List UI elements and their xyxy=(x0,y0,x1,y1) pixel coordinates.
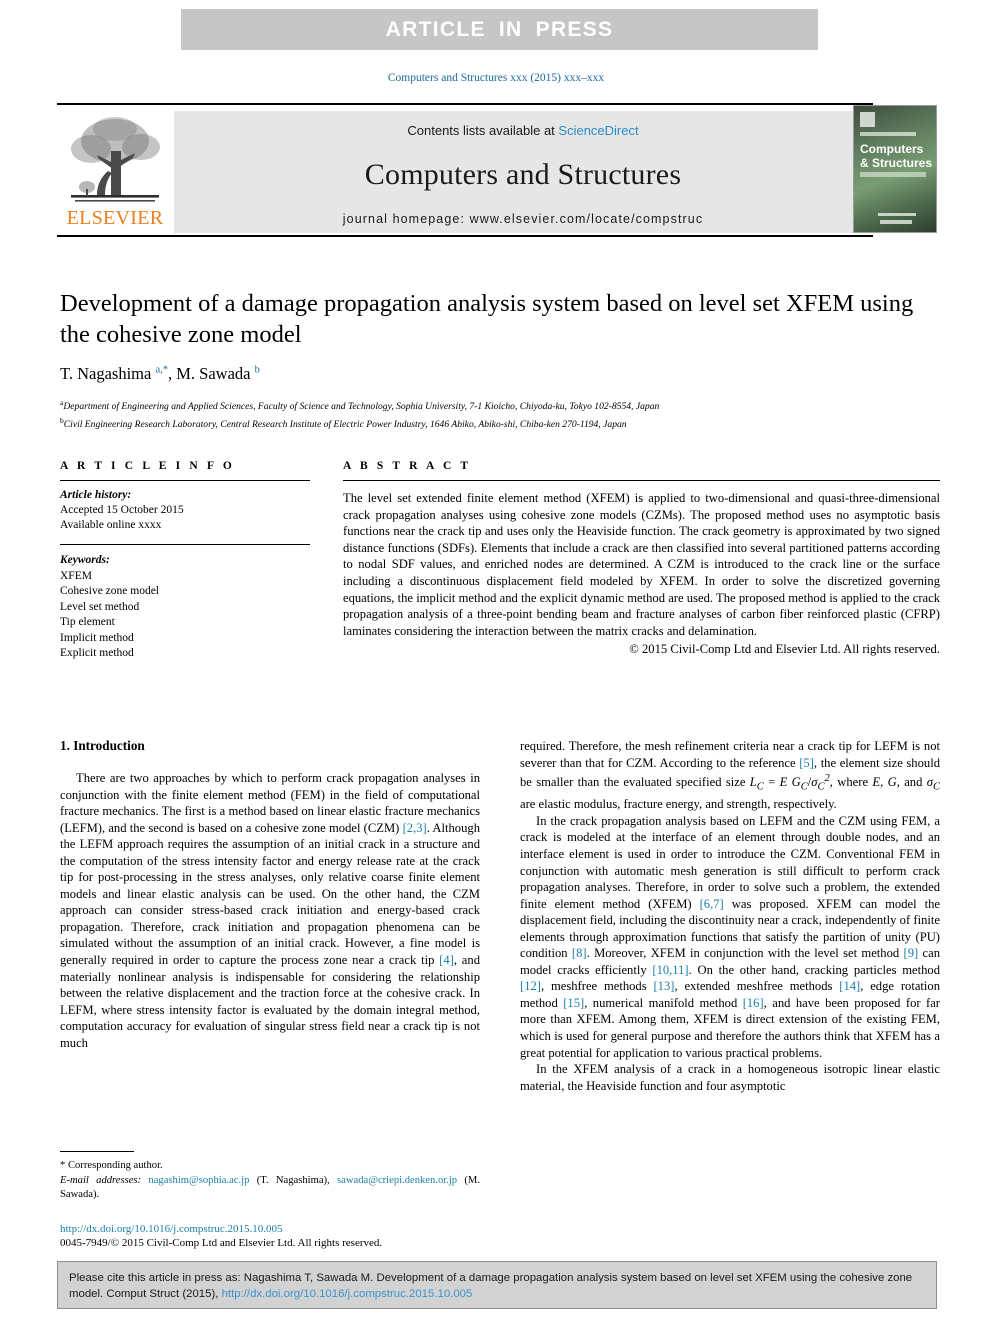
abstract-copyright: © 2015 Civil-Comp Ltd and Elsevier Ltd. … xyxy=(629,642,940,657)
keywords-rule xyxy=(60,544,310,545)
cover-title-line1: Computers xyxy=(860,142,924,156)
elsevier-logo: ELSEVIER xyxy=(61,111,169,233)
contents-prefix: Contents lists available at xyxy=(407,123,559,138)
sciencedirect-link[interactable]: ScienceDirect xyxy=(558,123,638,138)
article-info-rule xyxy=(60,480,310,481)
keyword-item: Explicit method xyxy=(60,647,134,659)
article-page: ARTICLE IN PRESS Computers and Structure… xyxy=(0,0,992,1323)
title-block: Development of a damage propagation anal… xyxy=(60,288,940,431)
history-line: Available online xxxx xyxy=(60,519,162,531)
keyword-item: XFEM xyxy=(60,569,92,582)
footnote-rule xyxy=(60,1151,134,1153)
keywords-block: Keywords: XFEM Cohesive zone model Level… xyxy=(60,553,310,662)
keyword-item: Tip element xyxy=(60,616,115,628)
citation-text: Please cite this article in press as: Na… xyxy=(69,1272,913,1300)
history-line: Accepted 15 October 2015 xyxy=(60,504,184,516)
running-head: Computers and Structures xxx (2015) xxx–… xyxy=(387,72,605,84)
contents-available-line: Contents lists available at ScienceDirec… xyxy=(407,123,638,138)
abstract-column: A B S T R A C T The level set extended f… xyxy=(343,460,940,658)
elsevier-tree-icon xyxy=(71,117,160,202)
body-paragraph: There are two approaches by which to per… xyxy=(60,771,480,1050)
abstract-heading: A B S T R A C T xyxy=(343,460,472,472)
cover-footer-bar-1 xyxy=(878,213,916,216)
article-in-press-banner: ARTICLE IN PRESS xyxy=(181,9,818,50)
elsevier-wordmark: ELSEVIER xyxy=(66,207,164,229)
body-paragraph: In the XFEM analysis of a crack in a hom… xyxy=(520,1062,940,1093)
article-info-heading: A R T I C L E I N F O xyxy=(60,460,235,472)
affiliation-a: aDepartment of Engineering and Applied S… xyxy=(60,398,660,413)
journal-homepage-link[interactable]: journal homepage: www.elsevier.com/locat… xyxy=(343,212,703,226)
cover-microtext xyxy=(860,132,916,136)
author-list: T. Nagashima a,*, M. Sawada b xyxy=(60,364,260,383)
body-left-column: 1. Introduction There are two approaches… xyxy=(60,738,480,1051)
journal-title: Computers and Structures xyxy=(364,158,682,191)
cover-badge-icon xyxy=(860,112,875,127)
body-right-column: required. Therefore, the mesh refinement… xyxy=(520,738,940,1094)
keyword-item: Cohesive zone model xyxy=(60,585,160,597)
article-info-column: A R T I C L E I N F O Article history: A… xyxy=(60,460,310,662)
citation-box: Please cite this article in press as: Na… xyxy=(57,1261,937,1309)
journal-cover-thumbnail: Computers & Structures xyxy=(853,105,937,233)
cover-subtitle-bar xyxy=(860,172,926,177)
abstract-rule xyxy=(343,480,940,481)
body-paragraph: In the crack propagation analysis based … xyxy=(520,813,941,1060)
affiliation-a-text: Department of Engineering and Applied Sc… xyxy=(63,401,660,413)
section-heading-introduction: 1. Introduction xyxy=(60,738,145,753)
corresponding-author-note: * Corresponding author. xyxy=(60,1160,163,1172)
body-paragraph: required. Therefore, the mesh refinement… xyxy=(520,739,940,812)
issn-copyright-line: 0045-7949/© 2015 Civil-Comp Ltd and Else… xyxy=(60,1237,383,1249)
affiliations: aDepartment of Engineering and Applied S… xyxy=(60,396,940,431)
affiliation-b: bCivil Engineering Research Laboratory, … xyxy=(60,415,627,430)
keywords-label: Keywords: xyxy=(60,554,110,566)
masthead-top-rule xyxy=(57,103,873,105)
doi-link[interactable]: http://dx.doi.org/10.1016/j.compstruc.20… xyxy=(60,1222,520,1236)
article-history: Article history: Accepted 15 October 201… xyxy=(60,488,310,533)
article-in-press-label: ARTICLE IN PRESS xyxy=(385,17,614,41)
cover-title-line2: & Structures xyxy=(860,156,933,170)
keyword-item: Implicit method xyxy=(60,631,134,644)
masthead-bottom-rule xyxy=(57,235,873,237)
keyword-item: Level set method xyxy=(60,600,140,613)
doi-block: http://dx.doi.org/10.1016/j.compstruc.20… xyxy=(60,1222,520,1251)
page-title: Development of a damage propagation anal… xyxy=(60,290,914,348)
abstract-body: The level set extended finite element me… xyxy=(343,491,940,638)
footnote-block: * Corresponding author. E-mail addresses… xyxy=(60,1151,480,1202)
email-addresses-note: E-mail addresses: nagashim@sophia.ac.jp … xyxy=(60,1174,481,1200)
sciencedirect-band: Contents lists available at ScienceDirec… xyxy=(174,111,872,233)
affiliation-b-text: Civil Engineering Research Laboratory, C… xyxy=(63,418,627,430)
article-history-label: Article history: xyxy=(60,489,132,501)
cover-footer-bar-2 xyxy=(880,220,912,224)
journal-masthead: ELSEVIER Contents lists available at Sci… xyxy=(57,103,937,237)
